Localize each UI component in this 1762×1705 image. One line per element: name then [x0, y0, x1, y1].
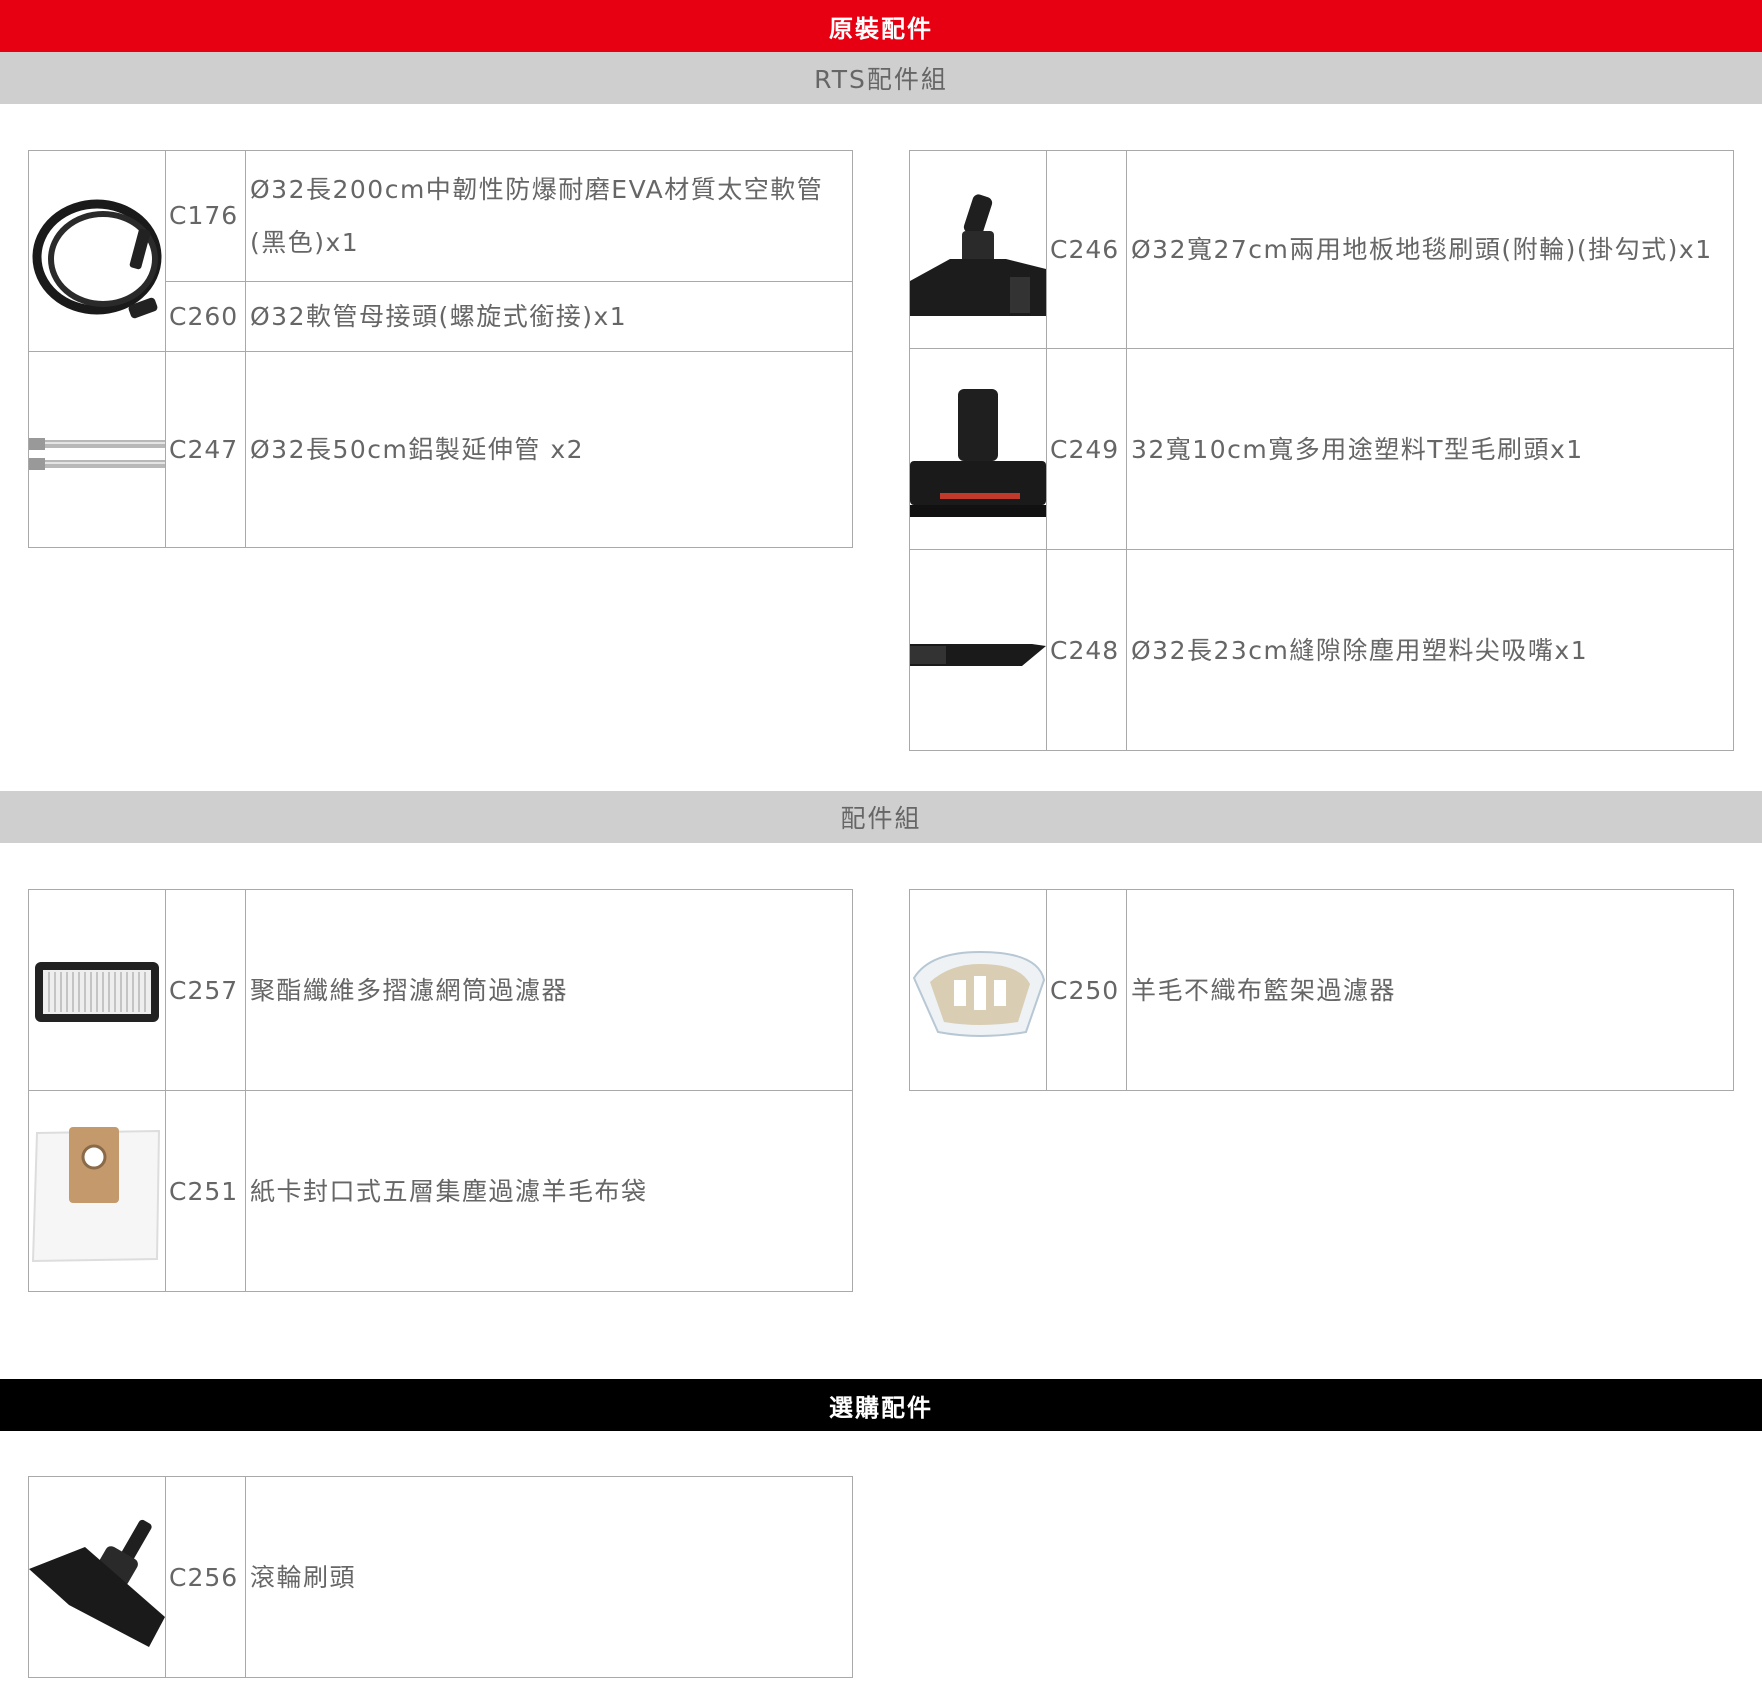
- roller-brush-image: [28, 1476, 166, 1678]
- section-title-rts: RTS配件組: [814, 65, 948, 94]
- table-row: C251 紙卡封口式五層集塵過濾羊毛布袋: [28, 1090, 853, 1292]
- item-code: C250: [1046, 889, 1127, 1091]
- pleated-filter-icon: [35, 962, 159, 1022]
- item-description: 32寬10cm寬多用途塑料T型毛刷頭x1: [1126, 348, 1734, 550]
- item-description: 滾輪刷頭: [245, 1476, 853, 1678]
- item-code: C247: [165, 351, 246, 548]
- t-brush-icon: [910, 389, 1046, 517]
- basket-filter-icon: [912, 950, 1046, 1037]
- table-row: C248 Ø32長23cm縫隙除塵用塑料尖吸嘴x1: [909, 549, 1734, 751]
- section-header-kit: 配件組: [0, 791, 1762, 843]
- item-description: 聚酯纖維多摺濾網筒過濾器: [245, 889, 853, 1091]
- item-description: 紙卡封口式五層集塵過濾羊毛布袋: [245, 1090, 853, 1292]
- item-description: Ø32長50cm鋁製延伸管 x2: [245, 351, 853, 548]
- item-code: C248: [1046, 549, 1127, 751]
- table-row: C249 32寬10cm寬多用途塑料T型毛刷頭x1: [909, 348, 1734, 550]
- item-description: 羊毛不織布籃架過濾器: [1126, 889, 1734, 1091]
- section-header-optional: 選購配件: [0, 1379, 1762, 1431]
- section-title-optional: 選購配件: [829, 1393, 933, 1422]
- section-title-kit: 配件組: [840, 804, 922, 833]
- roller-brush-icon: [29, 1519, 165, 1647]
- rts-table-left: C176 Ø32長200cm中韌性防爆耐磨EVA材質太空軟管(黑色)x1 C26…: [28, 150, 853, 548]
- basket-filter-image: [909, 889, 1047, 1091]
- item-code: C176: [165, 150, 246, 282]
- crevice-nozzle-image: [909, 549, 1047, 751]
- section-header-rts: RTS配件組: [0, 52, 1762, 104]
- hose-image: [28, 150, 166, 352]
- t-brush-image: [909, 348, 1047, 550]
- dust-bag-image: [28, 1090, 166, 1292]
- kit-table-left: C257 聚酯纖維多摺濾網筒過濾器 C251 紙卡封口式五層集塵過濾羊毛布袋: [28, 889, 853, 1292]
- floor-brush-image: [909, 150, 1047, 349]
- item-description: Ø32長200cm中韌性防爆耐磨EVA材質太空軟管(黑色)x1: [245, 150, 853, 282]
- item-description: Ø32軟管母接頭(螺旋式銜接)x1: [245, 280, 853, 353]
- item-code: C246: [1046, 150, 1127, 349]
- item-code: C256: [165, 1476, 246, 1678]
- item-description: Ø32長23cm縫隙除塵用塑料尖吸嘴x1: [1126, 549, 1734, 751]
- item-code: C251: [165, 1090, 246, 1292]
- table-row: C257 聚酯纖維多摺濾網筒過濾器: [28, 889, 853, 1091]
- pleated-filter-image: [28, 889, 166, 1091]
- item-code: C257: [165, 889, 246, 1091]
- table-row: C247 Ø32長50cm鋁製延伸管 x2: [28, 351, 853, 548]
- main-header-title: 原裝配件: [829, 14, 933, 43]
- dust-bag-icon: [31, 1127, 161, 1263]
- table-row: C246 Ø32寬27cm兩用地板地毯刷頭(附輪)(掛勾式)x1: [909, 150, 1734, 349]
- table-row: C176 Ø32長200cm中韌性防爆耐磨EVA材質太空軟管(黑色)x1: [28, 150, 853, 352]
- item-code: C249: [1046, 348, 1127, 550]
- optional-table: C256 滾輪刷頭: [28, 1476, 853, 1678]
- crevice-nozzle-icon: [910, 644, 1046, 666]
- item-description: Ø32寬27cm兩用地板地毯刷頭(附輪)(掛勾式)x1: [1126, 150, 1734, 349]
- rts-table-right: C246 Ø32寬27cm兩用地板地毯刷頭(附輪)(掛勾式)x1 C249 32…: [909, 150, 1734, 751]
- floor-brush-icon: [910, 194, 1046, 316]
- main-header: 原裝配件: [0, 0, 1762, 52]
- hose-icon: [32, 199, 162, 319]
- extension-tube-icon: [29, 438, 165, 470]
- table-row: C250 羊毛不織布籃架過濾器: [909, 889, 1734, 1091]
- item-code: C260: [165, 280, 246, 353]
- kit-table-right: C250 羊毛不織布籃架過濾器: [909, 889, 1734, 1091]
- table-row: C256 滾輪刷頭: [28, 1476, 853, 1678]
- extension-tube-image: [28, 351, 166, 548]
